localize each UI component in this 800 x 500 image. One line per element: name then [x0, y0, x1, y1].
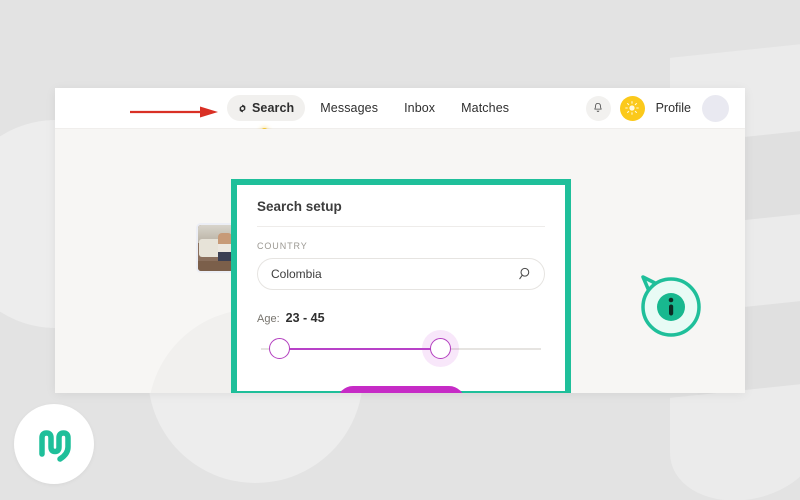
red-pointer-arrow-icon — [130, 106, 218, 118]
profile-photo-thumbnail[interactable] — [196, 223, 236, 273]
search-icon[interactable] — [517, 267, 531, 281]
nav-item-inbox-label: Inbox — [404, 101, 436, 115]
nav-item-messages-label: Messages — [320, 101, 379, 115]
slider-handle-max[interactable] — [430, 338, 452, 359]
show-matches-button[interactable]: Show matches — [336, 386, 466, 393]
age-value: 23 - 45 — [285, 311, 325, 325]
bell-icon — [594, 102, 602, 112]
heart-monogram-logo-icon — [39, 430, 71, 462]
page-content-area: Search setup COUNTRY Colombia Age: 23 - … — [55, 129, 745, 393]
modal-title: Search setup — [257, 199, 342, 214]
sun-icon — [625, 101, 639, 115]
nav-item-inbox[interactable]: Inbox — [393, 95, 446, 121]
age-range-row: Age: 23 - 45 — [257, 311, 545, 325]
country-input[interactable]: Colombia — [257, 258, 545, 290]
info-callout-icon[interactable] — [633, 269, 707, 343]
slider-handle-min[interactable] — [269, 338, 291, 359]
nav-item-search[interactable]: Search — [227, 95, 306, 121]
nav-right-controls: Profile — [585, 94, 745, 122]
age-range-slider[interactable] — [261, 338, 541, 360]
age-label: Age: — [257, 313, 280, 325]
nav-item-list: Search Messages Inbox Matches — [227, 95, 520, 121]
notifications-button[interactable] — [585, 95, 611, 121]
avatar[interactable] — [702, 94, 729, 122]
nav-item-search-label: Search — [252, 101, 295, 115]
country-field-label: COUNTRY — [257, 241, 308, 251]
nav-item-messages[interactable]: Messages — [309, 95, 389, 121]
gear-icon — [239, 103, 246, 113]
browser-window: Search Messages Inbox Matches Profile Se… — [55, 88, 745, 393]
nav-item-matches-label: Matches — [461, 101, 510, 115]
profile-link[interactable]: Profile — [656, 101, 691, 115]
brand-logo — [14, 404, 94, 484]
search-setup-modal: Search setup COUNTRY Colombia Age: 23 - … — [231, 179, 571, 393]
brightness-toggle-button[interactable] — [619, 95, 645, 121]
top-navigation-bar: Search Messages Inbox Matches Profile — [55, 88, 745, 135]
country-input-value: Colombia — [271, 267, 322, 281]
modal-title-divider — [257, 226, 545, 227]
nav-item-matches[interactable]: Matches — [450, 95, 520, 121]
slider-track-fill — [283, 348, 442, 350]
